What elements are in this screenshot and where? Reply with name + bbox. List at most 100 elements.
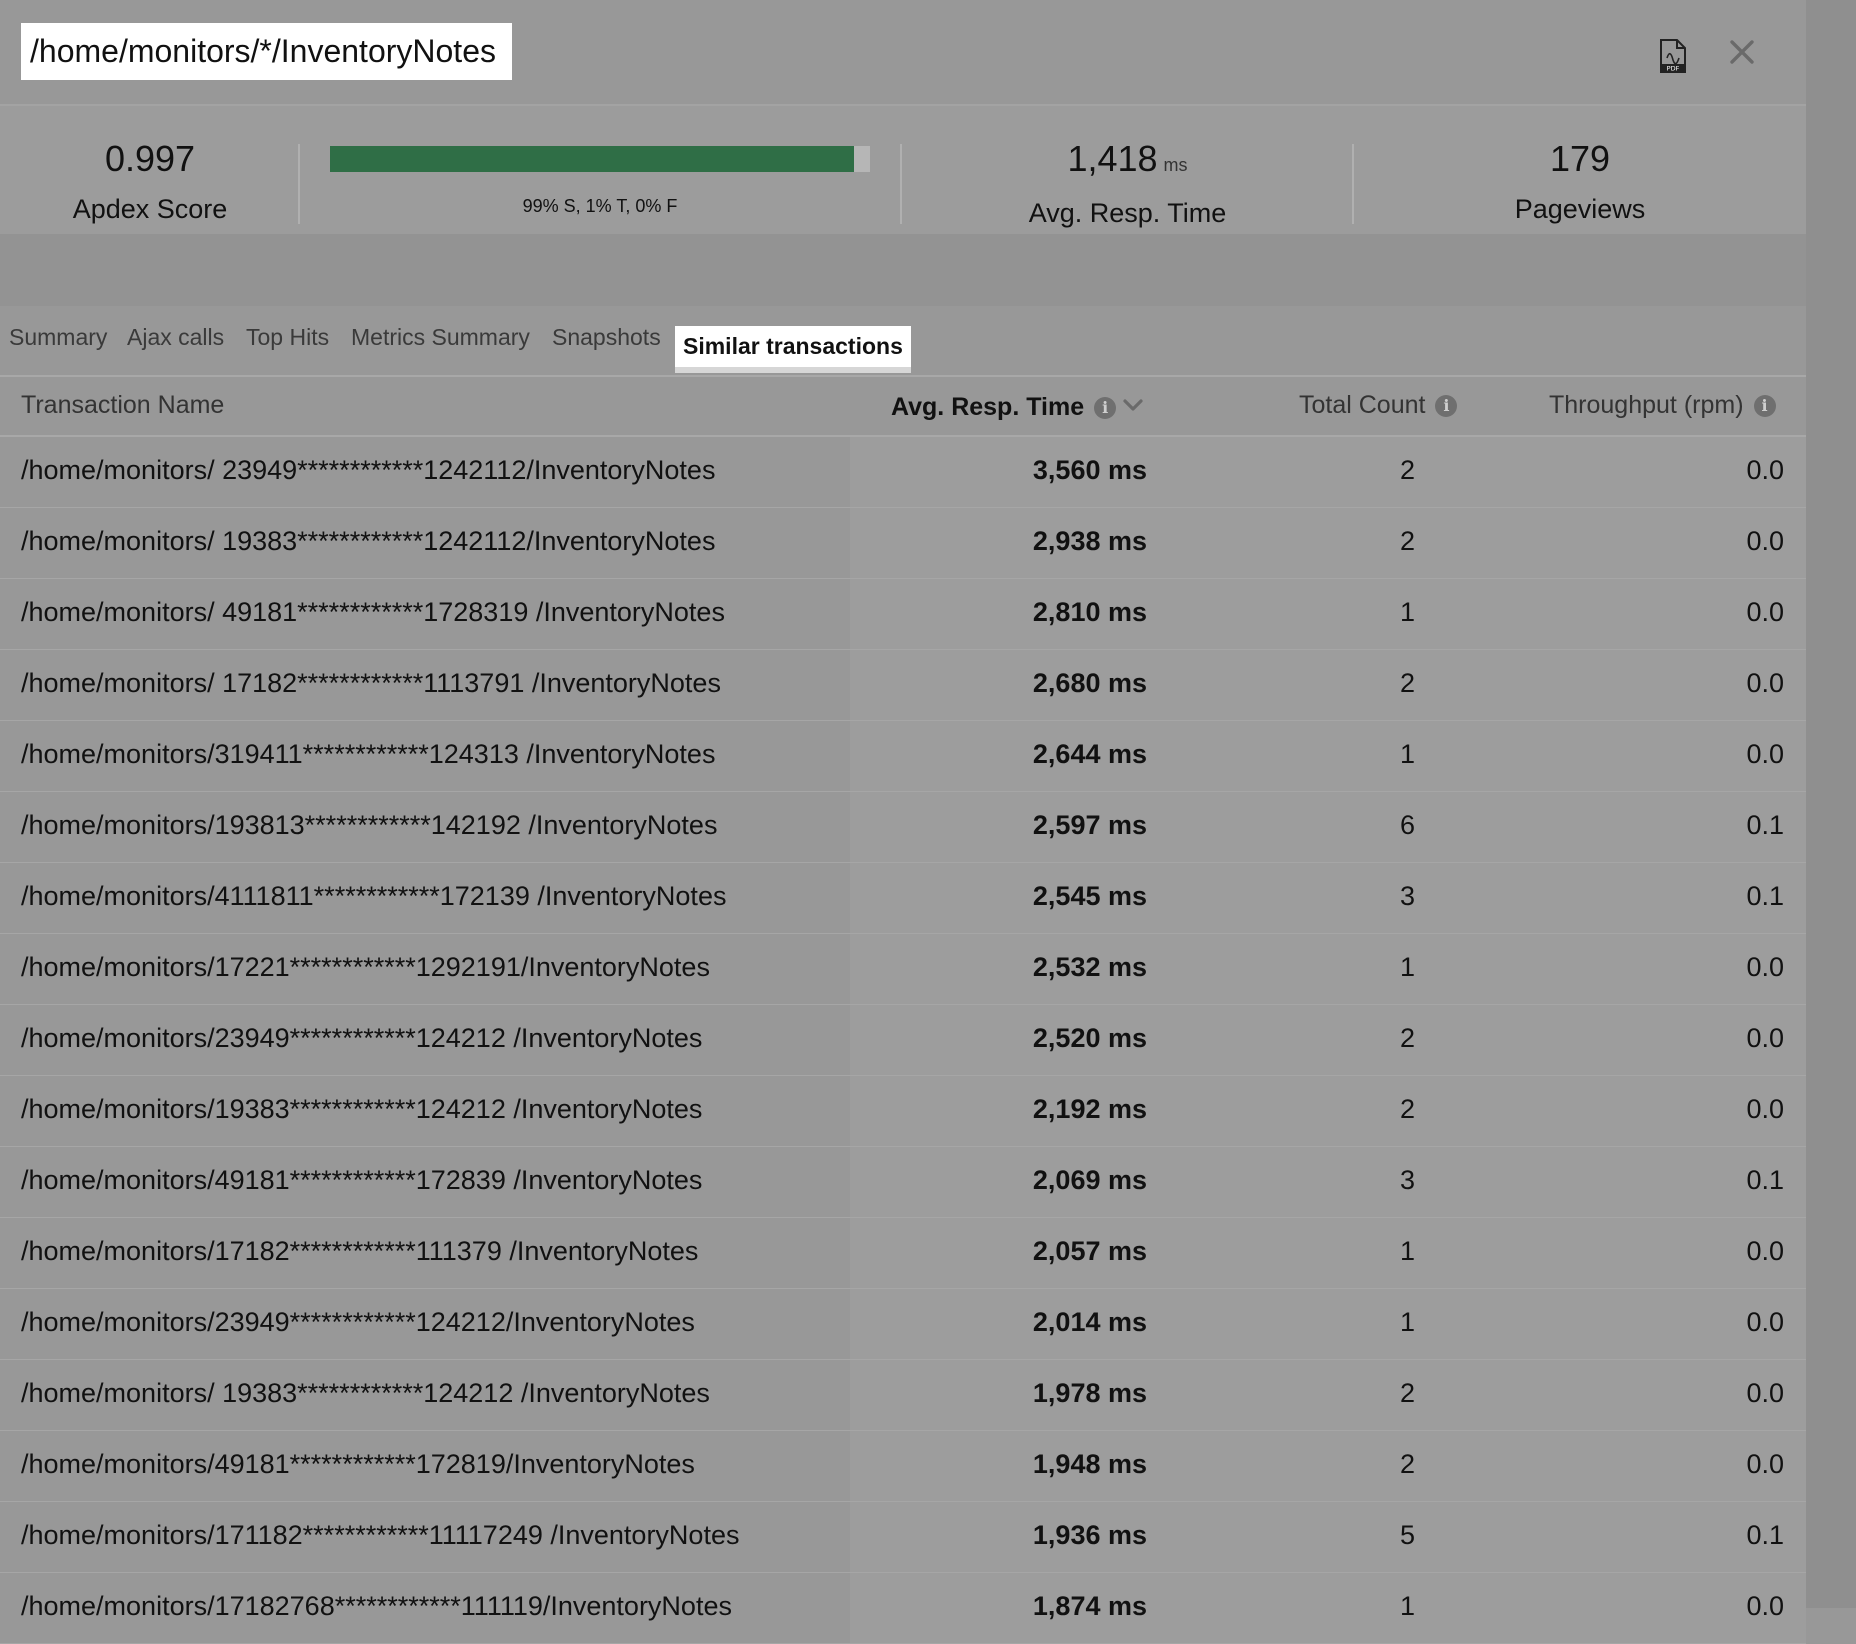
table-row[interactable]: /home/monitors/17182768************11111… bbox=[0, 1573, 1806, 1644]
total-count-cell: 1 bbox=[1399, 1307, 1415, 1337]
close-icon[interactable] bbox=[1724, 34, 1760, 70]
tab-top-hits[interactable]: Top Hits bbox=[246, 324, 329, 351]
transaction-name-cell[interactable]: /home/monitors/49181************172839 /… bbox=[21, 1165, 702, 1196]
apdex-satisfied-fill bbox=[330, 146, 854, 172]
throughput-cell: 0.0 bbox=[1746, 597, 1784, 627]
column-header-throughput-label: Throughput (rpm) bbox=[1549, 391, 1744, 419]
table-row[interactable]: /home/monitors/ 23949************1242112… bbox=[0, 437, 1806, 508]
transaction-name-cell[interactable]: /home/monitors/ 19383************124212 … bbox=[21, 1378, 710, 1409]
table-row[interactable]: /home/monitors/19383************124212 /… bbox=[0, 1076, 1806, 1147]
transaction-name-cell[interactable]: /home/monitors/ 17182************1113791… bbox=[21, 668, 721, 699]
total-count-cell: 2 bbox=[1399, 1449, 1415, 1479]
throughput-cell: 0.0 bbox=[1746, 1236, 1784, 1266]
throughput-cell: 0.0 bbox=[1746, 739, 1784, 769]
avg-resp-time-cell: 2,057 ms bbox=[1032, 1236, 1147, 1266]
column-header-total-count[interactable]: Total Count i bbox=[1299, 391, 1458, 420]
similar-transactions-table: Transaction Name Avg. Resp. Time i Total … bbox=[0, 377, 1806, 1644]
table-row[interactable]: /home/monitors/193813************142192 … bbox=[0, 792, 1806, 863]
table-row[interactable]: /home/monitors/49181************172819/I… bbox=[0, 1431, 1806, 1502]
avg-resp-time-cell: 2,810 ms bbox=[1032, 597, 1147, 627]
transaction-name-cell[interactable]: /home/monitors/19383************124212 /… bbox=[21, 1094, 702, 1125]
throughput-cell: 0.1 bbox=[1746, 881, 1784, 911]
total-count-cell: 1 bbox=[1399, 1236, 1415, 1266]
apdex-score-value: 0.997 bbox=[104, 138, 196, 179]
throughput-cell: 0.0 bbox=[1746, 1378, 1784, 1408]
transaction-name-cell[interactable]: /home/monitors/23949************124212/I… bbox=[21, 1307, 695, 1338]
stats-divider bbox=[900, 144, 902, 224]
total-count-cell: 2 bbox=[1399, 455, 1415, 485]
table-row[interactable]: /home/monitors/23949************124212 /… bbox=[0, 1005, 1806, 1076]
row-metric-background bbox=[850, 1289, 1806, 1359]
sort-descending-icon[interactable] bbox=[1122, 391, 1144, 411]
stats-divider bbox=[298, 144, 300, 224]
tab-summary[interactable]: Summary bbox=[9, 324, 107, 351]
tab-bar: Summary Ajax calls Top Hits Metrics Summ… bbox=[0, 306, 1806, 377]
row-metric-background bbox=[850, 792, 1806, 862]
total-count-cell: 1 bbox=[1399, 597, 1415, 627]
transaction-title: /home/monitors/*/InventoryNotes bbox=[21, 23, 512, 80]
tab-snapshots[interactable]: Snapshots bbox=[552, 324, 661, 351]
column-header-throughput[interactable]: Throughput (rpm) i bbox=[1549, 391, 1776, 420]
tab-similar-transactions[interactable]: Similar transactions bbox=[675, 326, 911, 373]
total-count-cell: 2 bbox=[1399, 1378, 1415, 1408]
total-count-cell: 3 bbox=[1399, 881, 1415, 911]
total-count-cell: 2 bbox=[1399, 1023, 1415, 1053]
column-header-total-count-label: Total Count bbox=[1299, 391, 1426, 419]
stats-divider bbox=[1352, 144, 1354, 224]
transaction-name-cell[interactable]: /home/monitors/23949************124212 /… bbox=[21, 1023, 702, 1054]
column-header-transaction-name[interactable]: Transaction Name bbox=[21, 391, 224, 420]
transaction-name-cell[interactable]: /home/monitors/17221************1292191/… bbox=[21, 952, 710, 983]
table-body: /home/monitors/ 23949************1242112… bbox=[0, 437, 1806, 1644]
transaction-name-cell[interactable]: /home/monitors/17182************111379 /… bbox=[21, 1236, 698, 1267]
total-count-cell: 1 bbox=[1399, 952, 1415, 982]
info-icon[interactable]: i bbox=[1435, 395, 1458, 417]
tab-ajax-calls[interactable]: Ajax calls bbox=[127, 324, 224, 351]
row-metric-background bbox=[850, 1076, 1806, 1146]
table-row[interactable]: /home/monitors/ 49181************1728319… bbox=[0, 579, 1806, 650]
throughput-cell: 0.0 bbox=[1746, 1307, 1784, 1337]
table-row[interactable]: /home/monitors/319411************124313 … bbox=[0, 721, 1806, 792]
transaction-name-cell[interactable]: /home/monitors/4111811************172139… bbox=[21, 881, 726, 912]
row-metric-background bbox=[850, 508, 1806, 578]
transaction-name-cell[interactable]: /home/monitors/ 23949************1242112… bbox=[21, 455, 715, 486]
table-row[interactable]: /home/monitors/17221************1292191/… bbox=[0, 934, 1806, 1005]
avg-resp-time-cell: 2,520 ms bbox=[1032, 1023, 1147, 1053]
avg-resp-time-unit: ms bbox=[1163, 155, 1188, 175]
avg-resp-time-cell: 1,978 ms bbox=[1032, 1378, 1147, 1408]
info-icon[interactable]: i bbox=[1094, 397, 1117, 419]
transaction-name-cell[interactable]: /home/monitors/171182************1111724… bbox=[21, 1520, 739, 1551]
throughput-cell: 0.0 bbox=[1746, 1023, 1784, 1053]
pageviews-label: Pageviews bbox=[1514, 194, 1646, 224]
row-metric-background bbox=[850, 1360, 1806, 1430]
avg-resp-time-cell: 2,532 ms bbox=[1032, 952, 1147, 982]
avg-resp-time-cell: 2,192 ms bbox=[1032, 1094, 1147, 1124]
column-header-avg-resp-time-label: Avg. Resp. Time bbox=[891, 393, 1085, 421]
row-metric-background bbox=[850, 1573, 1806, 1643]
table-row[interactable]: /home/monitors/49181************172839 /… bbox=[0, 1147, 1806, 1218]
table-row[interactable]: /home/monitors/171182************1111724… bbox=[0, 1502, 1806, 1573]
transaction-name-cell[interactable]: /home/monitors/193813************142192 … bbox=[21, 810, 717, 841]
column-header-avg-resp-time[interactable]: Avg. Resp. Time i bbox=[891, 391, 1144, 422]
table-row[interactable]: /home/monitors/ 19383************1242112… bbox=[0, 508, 1806, 579]
row-metric-background bbox=[850, 1502, 1806, 1572]
transaction-name-cell[interactable]: /home/monitors/319411************124313 … bbox=[21, 739, 715, 770]
table-row[interactable]: /home/monitors/ 17182************1113791… bbox=[0, 650, 1806, 721]
table-row[interactable]: /home/monitors/23949************124212/I… bbox=[0, 1289, 1806, 1360]
transaction-name-cell[interactable]: /home/monitors/ 49181************1728319… bbox=[21, 597, 725, 628]
table-row[interactable]: /home/monitors/ 19383************124212 … bbox=[0, 1360, 1806, 1431]
info-icon[interactable]: i bbox=[1753, 395, 1776, 417]
tab-metrics-summary[interactable]: Metrics Summary bbox=[351, 324, 530, 351]
transaction-name-cell[interactable]: /home/monitors/49181************172819/I… bbox=[21, 1449, 695, 1480]
transaction-name-cell[interactable]: /home/monitors/ 19383************1242112… bbox=[21, 526, 715, 557]
avg-resp-time-cell: 3,560 ms bbox=[1032, 455, 1147, 485]
table-row[interactable]: /home/monitors/17182************111379 /… bbox=[0, 1218, 1806, 1289]
table-row[interactable]: /home/monitors/4111811************172139… bbox=[0, 863, 1806, 934]
row-metric-background bbox=[850, 579, 1806, 649]
total-count-cell: 1 bbox=[1399, 1591, 1415, 1621]
row-metric-background bbox=[850, 934, 1806, 1004]
transaction-name-cell[interactable]: /home/monitors/17182768************11111… bbox=[21, 1591, 732, 1622]
avg-resp-time-cell: 2,014 ms bbox=[1032, 1307, 1147, 1337]
throughput-cell: 0.0 bbox=[1746, 1449, 1784, 1479]
row-metric-background bbox=[850, 1218, 1806, 1288]
pdf-export-icon[interactable]: PDF bbox=[1657, 38, 1689, 74]
